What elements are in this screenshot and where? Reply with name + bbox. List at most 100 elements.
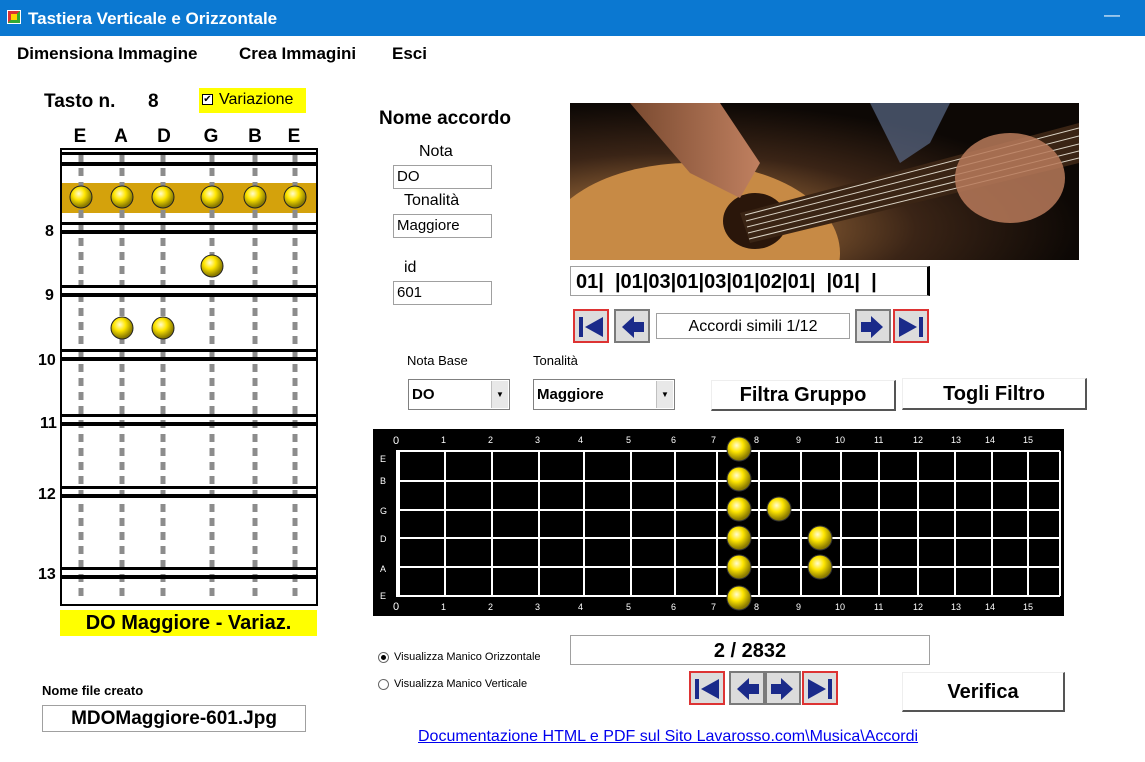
tonalita-select[interactable]: Maggiore ▼ <box>533 379 675 410</box>
next-arrow-icon <box>771 678 793 700</box>
fret-label-top: 9 <box>796 435 801 445</box>
next-record-button[interactable] <box>765 671 801 705</box>
guitar-photo <box>570 103 1079 260</box>
fret-label-bottom: 0 <box>393 601 399 613</box>
first-similar-button[interactable] <box>573 309 609 343</box>
fret-label-bottom: 9 <box>796 602 801 612</box>
tasto-value: 8 <box>148 91 159 112</box>
fret-label-top: 3 <box>535 435 540 445</box>
menu-dimensiona-immagine[interactable]: Dimensiona Immagine <box>17 44 197 64</box>
fret-label-bottom: 14 <box>985 602 995 612</box>
fret-label-top: 10 <box>835 435 845 445</box>
next-arrow-icon <box>861 316 883 338</box>
fret-label-top: 1 <box>441 435 446 445</box>
fret-label-top: 15 <box>1023 435 1033 445</box>
menu-esci[interactable]: Esci <box>392 44 427 64</box>
fret-label-top: 14 <box>985 435 995 445</box>
menu-crea-immagini[interactable]: Crea Immagini <box>239 44 356 64</box>
fret-label-bottom: 1 <box>441 602 446 612</box>
finger-dot <box>151 185 175 209</box>
fret-label-bottom: 11 <box>874 602 883 612</box>
fret-label-bottom: 15 <box>1023 602 1033 612</box>
vertical-fretboard-diagram <box>62 152 316 602</box>
fret-label-bottom: 8 <box>754 602 759 612</box>
fret-label-top: 13 <box>951 435 961 445</box>
chord-name-heading: Nome accordo <box>379 108 511 129</box>
menu-bar: Dimensiona Immagine Crea Immagini Esci <box>0 36 1145 70</box>
tonalita-select-value: Maggiore <box>537 386 604 403</box>
fret-label-top: 2 <box>488 435 493 445</box>
togli-filtro-button[interactable]: Togli Filtro <box>902 378 1087 410</box>
fret-bar <box>62 414 316 417</box>
fret-label-top: 12 <box>913 435 923 445</box>
radio-vertical-label: Visualizza Manico Verticale <box>394 678 528 690</box>
next-similar-button[interactable] <box>855 309 891 343</box>
finger-dot-h <box>766 496 792 522</box>
radio-horizontal[interactable] <box>378 652 389 663</box>
fret-label-top: 11 <box>874 435 883 445</box>
fret-label-bottom: 4 <box>578 602 583 612</box>
fret-label-bottom: 6 <box>671 602 676 612</box>
minimize-button[interactable]: — <box>1100 6 1124 30</box>
nut <box>396 451 400 596</box>
documentation-link[interactable]: Documentazione HTML e PDF sul Sito Lavar… <box>418 728 918 746</box>
fret-label-bottom: 13 <box>951 602 961 612</box>
fret-bar <box>62 567 316 570</box>
variazione-checkbox[interactable]: ✔ Variazione <box>199 88 306 113</box>
verifica-button[interactable]: Verifica <box>902 672 1065 712</box>
fret-number-8: 8 <box>45 223 54 240</box>
file-name-field[interactable]: MDOMaggiore-601.Jpg <box>42 705 306 732</box>
string-label-e-low: E <box>73 126 87 147</box>
fret-highlight <box>62 183 316 213</box>
finger-dot <box>69 185 93 209</box>
prev-arrow-icon <box>622 316 644 338</box>
finger-dot-h <box>726 585 752 611</box>
first-arrow-icon <box>579 317 603 337</box>
finger-dot <box>200 185 224 209</box>
fret-bar <box>62 349 316 352</box>
finger-dot <box>110 316 134 340</box>
fret-bar <box>62 285 316 288</box>
fret-bar <box>62 494 316 498</box>
string-label-a: A <box>114 126 128 147</box>
filtra-gruppo-button[interactable]: Filtra Gruppo <box>711 380 896 411</box>
tonalita-filter-label: Tonalità <box>533 353 578 368</box>
window-title: Tastiera Verticale e Orizzontale <box>28 9 278 28</box>
fret-bar <box>62 152 316 155</box>
tonalita-field[interactable]: Maggiore <box>393 214 492 238</box>
fret-label-top: 6 <box>671 435 676 445</box>
first-arrow-icon <box>695 679 719 699</box>
chevron-down-icon[interactable]: ▼ <box>656 381 673 408</box>
last-record-button[interactable] <box>802 671 838 705</box>
prev-similar-button[interactable] <box>614 309 650 343</box>
finger-dot-h <box>726 436 752 462</box>
last-arrow-icon <box>899 317 923 337</box>
fret-bar <box>62 575 316 579</box>
fret-label-bottom: 12 <box>913 602 923 612</box>
id-field[interactable]: 601 <box>393 281 492 305</box>
chevron-down-icon[interactable]: ▼ <box>491 381 508 408</box>
similar-chords-label: Accordi simili 1/12 <box>656 313 850 339</box>
last-similar-button[interactable] <box>893 309 929 343</box>
nota-field[interactable]: DO <box>393 165 492 189</box>
radio-vertical[interactable] <box>378 679 389 690</box>
finger-dot-h <box>726 496 752 522</box>
nota-base-select[interactable]: DO ▼ <box>408 379 510 410</box>
finger-dot-h <box>726 466 752 492</box>
string-label-h: E <box>380 591 386 601</box>
nota-base-value: DO <box>412 386 435 403</box>
string-label-h: E <box>380 454 386 464</box>
vertical-fretboard <box>60 148 318 606</box>
fret-number-11: 11 <box>40 415 57 432</box>
fret-number-10: 10 <box>38 352 56 369</box>
finger-dot <box>110 185 134 209</box>
prev-record-button[interactable] <box>729 671 765 705</box>
fret-number-12: 12 <box>38 486 56 503</box>
string-label-h: A <box>380 564 386 574</box>
finger-dot-h <box>726 525 752 551</box>
fret-number-9: 9 <box>45 287 54 304</box>
first-record-button[interactable] <box>689 671 725 705</box>
finger-dot-h <box>807 525 833 551</box>
fret-label-top: 5 <box>626 435 631 445</box>
last-arrow-icon <box>808 679 832 699</box>
